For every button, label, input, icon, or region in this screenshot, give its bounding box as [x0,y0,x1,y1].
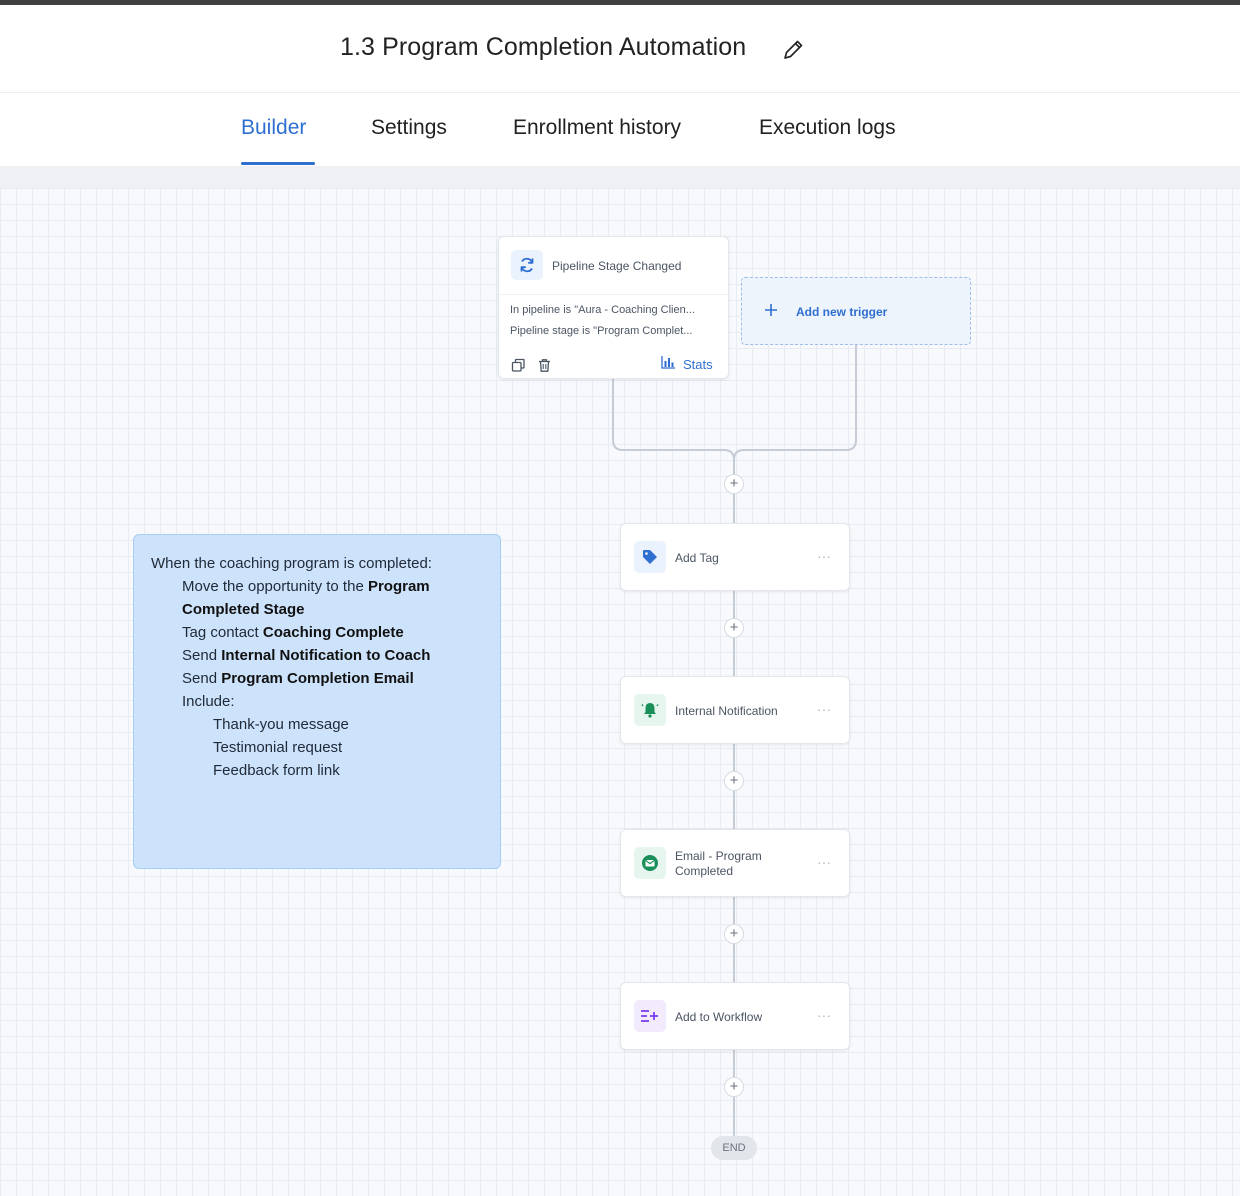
note-text: Send [182,647,222,664]
add-step-button[interactable]: + [724,618,744,638]
add-new-trigger-button[interactable]: Add new trigger [741,277,971,345]
note-intro: When the coaching program is completed: [151,555,432,572]
tag-icon [634,541,666,573]
action-card-email-program-completed[interactable]: Email - Program Completed ··· [620,829,850,897]
add-step-button[interactable]: + [724,474,744,494]
action-label: Add to Workflow [675,1010,763,1024]
stats-label: Stats [683,357,713,372]
trigger-card-pipeline-stage-changed[interactable]: Pipeline Stage Changed In pipeline is "A… [498,236,729,379]
stats-button[interactable]: Stats [661,355,713,374]
pencil-icon[interactable] [779,36,807,64]
add-step-button[interactable]: + [724,924,744,944]
add-step-button[interactable]: + [724,771,744,791]
note-line-email: Send Program Completion Email [182,670,414,687]
sticky-note[interactable]: When the coaching program is completed: … [133,534,501,869]
more-options-icon[interactable]: ··· [817,701,831,717]
refresh-icon [511,250,543,280]
trash-icon[interactable] [536,357,552,373]
more-options-icon[interactable]: ··· [817,548,831,564]
note-line-tag: Tag contact Coaching Complete [182,624,404,641]
note-bold-text: Completed Stage [182,601,305,618]
trigger-condition-stage: Pipeline stage is "Program Complet... [510,325,693,337]
note-bold-text: Coaching Complete [262,624,404,641]
action-card-add-to-workflow[interactable]: Add to Workflow ··· [620,982,850,1050]
action-label: Internal Notification [675,704,778,718]
note-sub-item: Testimonial request [213,739,343,756]
tab-settings[interactable]: Settings [371,116,447,140]
action-card-add-tag[interactable]: Add Tag ··· [620,523,850,591]
plus-icon [764,299,778,321]
note-line-stage: Completed Stage [182,601,305,618]
bar-chart-icon [661,355,676,374]
note-line-include: Include: [182,693,235,710]
toolbar-strip [0,166,1240,188]
note-sub-item: Thank-you message [213,716,349,733]
action-label-line1: Email - Program [675,849,762,863]
trigger-card-header: Pipeline Stage Changed [499,237,728,295]
note-text: Tag contact [182,624,263,641]
add-new-trigger-label: Add new trigger [796,305,888,319]
note-bold-text: Internal Notification to Coach [221,647,431,664]
action-card-internal-notification[interactable]: Internal Notification ··· [620,676,850,744]
trigger-name: Pipeline Stage Changed [552,259,682,273]
trigger-condition-pipeline: In pipeline is "Aura - Coaching Clien... [510,304,695,316]
tab-builder[interactable]: Builder [241,116,306,140]
email-icon [634,847,666,879]
tab-enrollment-history[interactable]: Enrollment history [513,116,681,140]
tab-bar: Builder Settings Enrollment history Exec… [0,94,1240,166]
title-bar: 1.3 Program Completion Automation [0,5,1240,93]
end-node: END [711,1136,757,1160]
more-options-icon[interactable]: ··· [817,854,831,870]
note-bold-text: Program Completion Email [221,670,414,687]
workflow-icon [634,1000,666,1032]
copy-icon[interactable] [510,357,526,373]
action-label-line2: Completed [675,864,734,878]
note-bold-text: Program [367,578,430,595]
page-title: 1.3 Program Completion Automation [340,33,747,61]
note-line-notification: Send Internal Notification to Coach [182,647,430,664]
tab-execution-logs[interactable]: Execution logs [759,116,896,140]
add-step-button[interactable]: + [724,1077,744,1097]
note-text: Send [182,670,222,687]
active-tab-indicator [241,162,315,165]
note-line-move: Move the opportunity to the Program [182,578,430,595]
action-label: Add Tag [675,551,719,565]
note-sub-item: Feedback form link [213,762,340,779]
bell-icon [634,694,666,726]
more-options-icon[interactable]: ··· [817,1007,831,1023]
note-text: Move the opportunity to the [182,578,368,595]
